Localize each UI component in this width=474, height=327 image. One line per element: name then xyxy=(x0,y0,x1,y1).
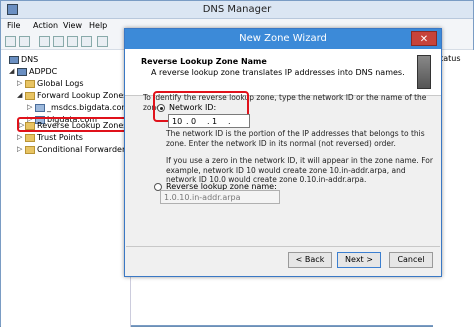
dialog-title: New Zone Wizard xyxy=(239,33,327,44)
zone-name-input[interactable]: 1.0.10.in-addr.arpa xyxy=(160,190,280,204)
collapse-icon[interactable]: ◢ xyxy=(17,91,22,99)
zone-icon xyxy=(35,104,45,112)
expand-icon[interactable]: ▷ xyxy=(17,79,22,87)
back-button[interactable]: < Back xyxy=(288,252,332,268)
dialog-separator xyxy=(126,246,440,247)
network-id-radio[interactable] xyxy=(157,104,165,112)
ip-dot: . xyxy=(228,117,231,126)
tree-conditional-forwarders[interactable]: Conditional Forwarders xyxy=(37,145,129,154)
wizard-page-title: Reverse Lookup Zone Name xyxy=(141,57,267,66)
wizard-header: Reverse Lookup Zone Name A reverse looku… xyxy=(125,49,441,96)
export-icon[interactable] xyxy=(81,36,92,47)
expand-icon[interactable]: ▷ xyxy=(17,133,22,141)
tree-msdcs-zone[interactable]: _msdcs.bigdata.com xyxy=(47,103,129,112)
tree-forward-lookup-zones[interactable]: Forward Lookup Zones xyxy=(37,91,127,100)
folder-icon xyxy=(25,146,35,154)
refresh-icon[interactable] xyxy=(67,36,78,47)
menu-help[interactable]: Help xyxy=(89,21,107,30)
dialog-title-bar: New Zone Wizard ✕ xyxy=(125,29,441,49)
highlight-reverse-lookup-zones xyxy=(17,117,127,132)
network-id-input[interactable]: 10 . 0 . 1 . xyxy=(168,114,250,128)
server-icon xyxy=(17,68,27,76)
tree-trust-points[interactable]: Trust Points xyxy=(37,133,83,142)
network-id-help-text: The network ID is the portion of the IP … xyxy=(166,129,425,148)
up-folder-icon[interactable] xyxy=(39,36,50,47)
ip-octet-1: 10 xyxy=(172,117,183,126)
expand-icon[interactable]: ▷ xyxy=(27,103,32,111)
ip-dot: . xyxy=(186,117,189,126)
app-title: DNS Manager xyxy=(202,4,272,15)
menu-view[interactable]: View xyxy=(63,21,82,30)
server-tower-icon xyxy=(417,55,431,89)
forward-icon[interactable] xyxy=(19,36,30,47)
collapse-icon[interactable]: ◢ xyxy=(9,67,14,75)
ip-octet-3: 1 xyxy=(212,117,218,126)
wizard-page-description: A reverse lookup zone translates IP addr… xyxy=(151,68,405,77)
folder-icon xyxy=(25,92,35,100)
menu-action[interactable]: Action xyxy=(33,21,58,30)
title-bar: DNS Manager xyxy=(1,1,473,19)
tree-global-logs[interactable]: Global Logs xyxy=(37,79,84,88)
new-zone-wizard-dialog: New Zone Wizard ✕ Reverse Lookup Zone Na… xyxy=(124,28,442,277)
network-id-label: Network ID: xyxy=(169,103,217,112)
dns-root-icon xyxy=(9,56,19,64)
tree-dns[interactable]: DNS xyxy=(21,55,38,64)
expand-icon[interactable]: ▷ xyxy=(17,145,22,153)
console-tree: DNS ◢ ADPDC ▷ Global Logs ◢ Forward Look… xyxy=(1,50,131,327)
tree-server[interactable]: ADPDC xyxy=(29,67,57,76)
next-button[interactable]: Next > xyxy=(337,252,381,268)
folder-icon xyxy=(25,134,35,142)
show-tree-icon[interactable] xyxy=(53,36,64,47)
back-icon[interactable] xyxy=(5,36,16,47)
ip-octet-2: 0 xyxy=(191,117,197,126)
menu-file[interactable]: File xyxy=(7,21,20,30)
folder-icon xyxy=(25,80,35,88)
zero-help-text: If you use a zero in the network ID, it … xyxy=(166,156,433,184)
close-button[interactable]: ✕ xyxy=(411,31,437,46)
help-icon[interactable] xyxy=(97,36,108,47)
cancel-button[interactable]: Cancel xyxy=(389,252,433,268)
ip-dot: . xyxy=(207,117,210,126)
